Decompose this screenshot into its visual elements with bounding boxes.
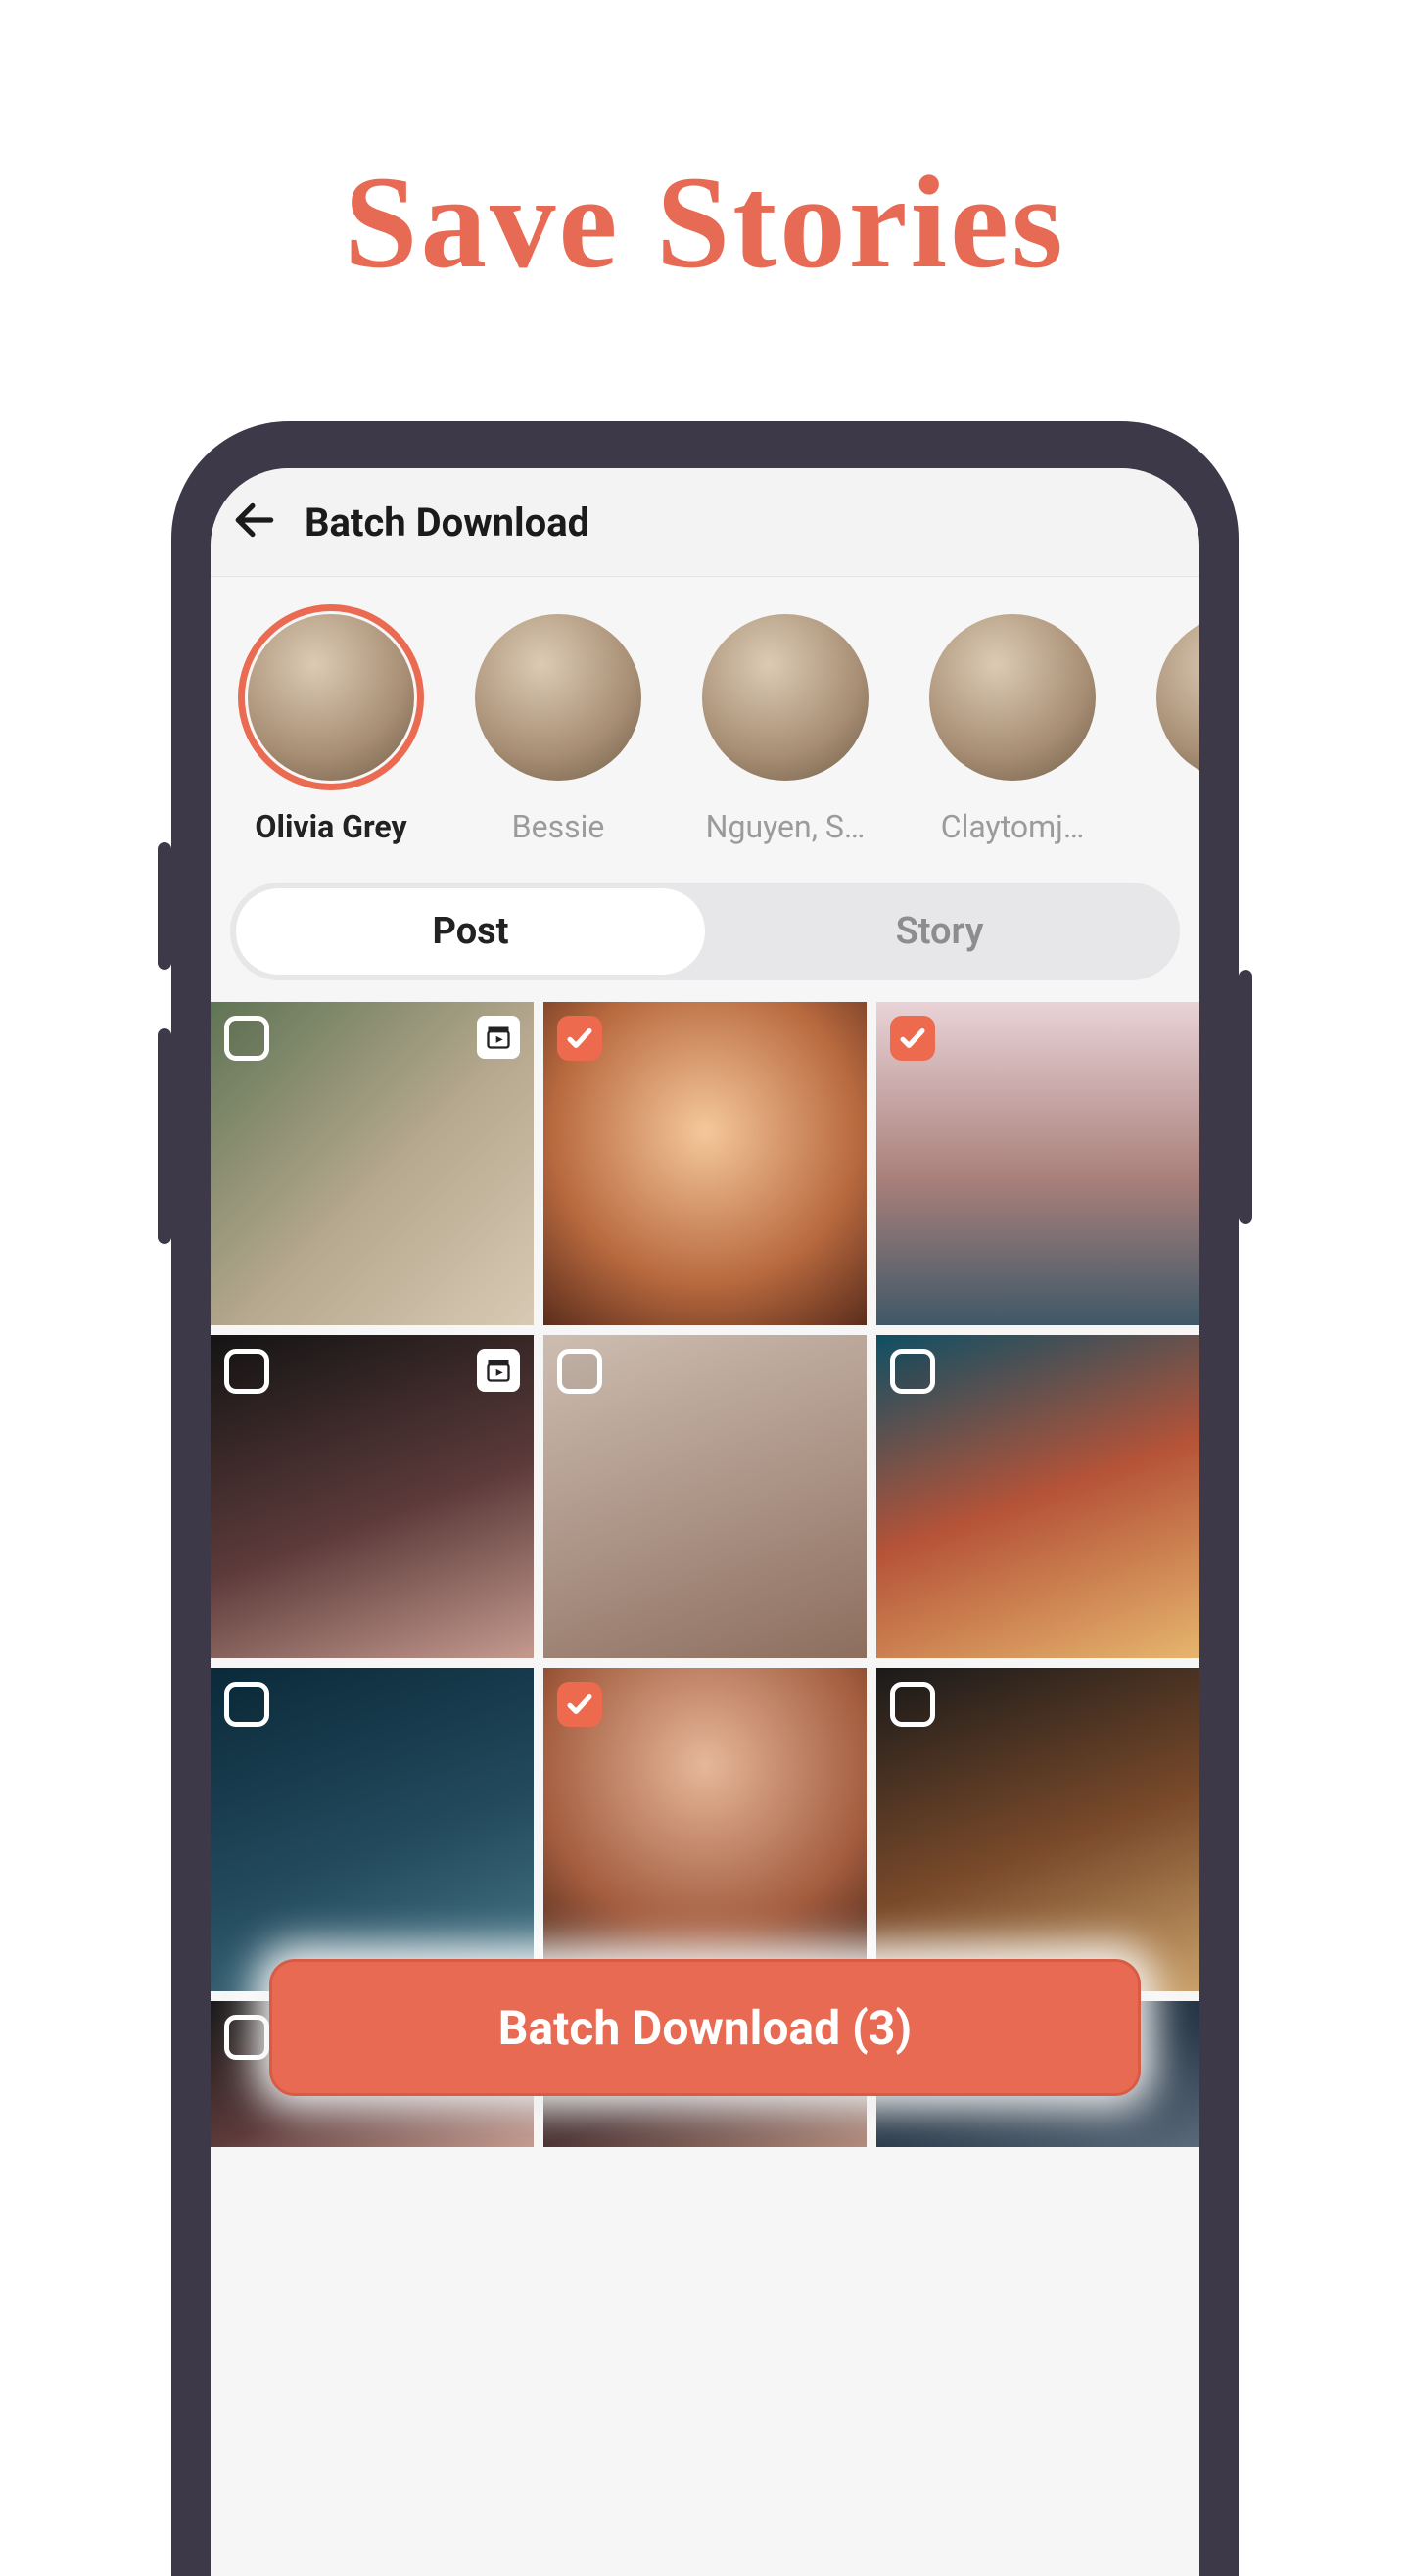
grid-cell[interactable] <box>543 1002 867 1325</box>
grid-cell[interactable] <box>543 1668 867 1991</box>
story-label: Olivia Grey <box>255 808 406 845</box>
promo-title: Save Stories <box>0 147 1410 299</box>
avatar-image <box>1156 614 1199 781</box>
avatar[interactable] <box>1147 604 1199 790</box>
avatar[interactable] <box>238 604 424 790</box>
story-item[interactable]: Bessie <box>465 604 651 845</box>
batch-download-button[interactable]: Batch Download (3) <box>269 1959 1141 2096</box>
checkbox-icon[interactable] <box>224 2015 269 2060</box>
tab-story[interactable]: Story <box>705 888 1174 975</box>
story-label: Nguyen, S… <box>706 808 866 845</box>
avatar-image <box>248 614 414 781</box>
grid-cell[interactable] <box>876 1002 1199 1325</box>
checkbox-icon[interactable] <box>557 1349 602 1394</box>
avatar[interactable] <box>692 604 878 790</box>
reel-icon <box>477 1016 520 1059</box>
tab-post[interactable]: Post <box>236 888 705 975</box>
stories-row[interactable]: Olivia Grey Bessie Nguyen, S… Claytomj… Cla <box>211 577 1199 855</box>
checkbox-icon[interactable] <box>224 1682 269 1727</box>
phone-side-button <box>158 1028 171 1244</box>
story-item[interactable]: Cla <box>1147 604 1199 845</box>
batch-download-label: Batch Download (3) <box>498 2000 912 2056</box>
grid-cell[interactable] <box>876 1335 1199 1658</box>
grid-cell[interactable] <box>543 1335 867 1658</box>
story-item[interactable]: Olivia Grey <box>238 604 424 845</box>
story-item[interactable]: Claytomj… <box>919 604 1105 845</box>
avatar-image <box>929 614 1096 781</box>
story-label: Bessie <box>512 808 605 845</box>
avatar[interactable] <box>465 604 651 790</box>
grid-cell[interactable] <box>211 1002 534 1325</box>
grid-cell[interactable] <box>876 1668 1199 1991</box>
page-title: Batch Download <box>305 500 589 546</box>
grid-cell[interactable] <box>211 1668 534 1991</box>
checkbox-checked-icon[interactable] <box>557 1682 602 1727</box>
avatar[interactable] <box>919 604 1105 790</box>
checkbox-checked-icon[interactable] <box>557 1016 602 1061</box>
tab-bar: PostStory <box>230 883 1180 980</box>
phone-side-button <box>1239 970 1252 1224</box>
checkbox-icon[interactable] <box>890 1682 935 1727</box>
app-screen: Batch Download Olivia Grey Bessie Nguyen, … <box>211 468 1199 2576</box>
story-item[interactable]: Nguyen, S… <box>692 604 878 845</box>
back-arrow-icon[interactable] <box>230 496 279 549</box>
reel-icon <box>477 1349 520 1392</box>
story-label: Claytomj… <box>941 808 1084 845</box>
phone-side-button <box>158 842 171 970</box>
checkbox-icon[interactable] <box>224 1349 269 1394</box>
checkbox-icon[interactable] <box>224 1016 269 1061</box>
checkbox-icon[interactable] <box>890 1349 935 1394</box>
checkbox-checked-icon[interactable] <box>890 1016 935 1061</box>
avatar-image <box>475 614 641 781</box>
app-header: Batch Download <box>211 468 1199 577</box>
grid-cell[interactable] <box>211 1335 534 1658</box>
avatar-image <box>702 614 869 781</box>
phone-frame: Batch Download Olivia Grey Bessie Nguyen, … <box>171 421 1239 2576</box>
